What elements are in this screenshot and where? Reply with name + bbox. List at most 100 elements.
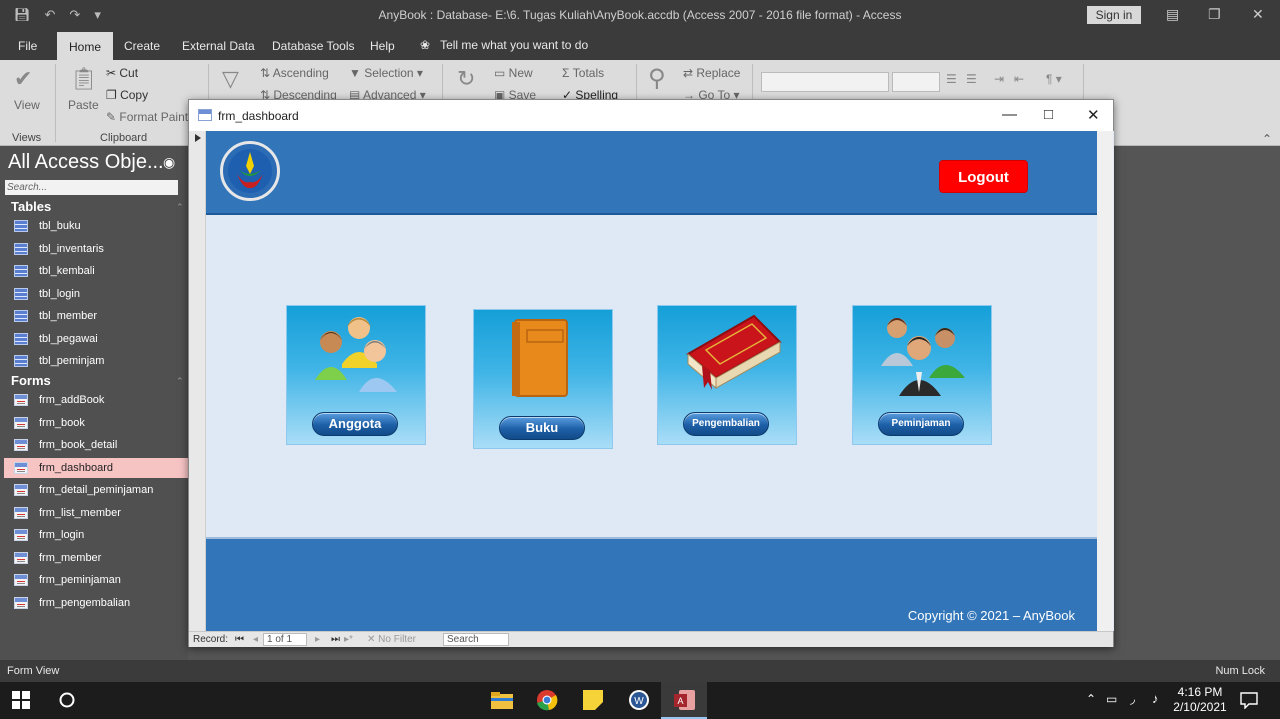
- next-record-icon[interactable]: ▸: [315, 634, 320, 645]
- nav-item-tbl-kembali[interactable]: tbl_kembali: [4, 261, 188, 281]
- battery-icon[interactable]: ▭: [1106, 692, 1117, 706]
- format-painter-button[interactable]: ✎ Format Paint: [106, 110, 188, 124]
- sign-in-button[interactable]: Sign in: [1087, 6, 1141, 24]
- form-close-icon[interactable]: ✕: [1087, 106, 1100, 124]
- maximize-icon[interactable]: □: [1044, 106, 1053, 123]
- group-clipboard-label: Clipboard: [100, 132, 148, 144]
- refresh-icon[interactable]: ↻: [457, 66, 475, 92]
- copy-button[interactable]: ❐ Copy: [106, 88, 148, 102]
- table-icon: [14, 355, 28, 367]
- forms-section-label[interactable]: Forms: [11, 373, 51, 388]
- form-icon: [14, 394, 28, 406]
- tab-file[interactable]: File: [18, 39, 37, 53]
- nav-item-frm-list-member[interactable]: frm_list_member: [4, 503, 188, 523]
- view-button[interactable]: View: [14, 98, 40, 112]
- tab-home[interactable]: Home: [57, 32, 114, 60]
- collapse-forms-icon[interactable]: ⌃: [176, 376, 184, 387]
- anggota-label: Anggota: [312, 412, 398, 436]
- view-mode-status: Form View: [7, 665, 60, 677]
- selection-filter-icon: ▼: [349, 66, 365, 80]
- group-views-label: Views: [12, 132, 42, 144]
- nav-item-frm-addbook[interactable]: frm_addBook: [4, 390, 188, 410]
- buku-tile[interactable]: Buku: [473, 309, 613, 449]
- anggota-tile[interactable]: Anggota: [286, 305, 426, 445]
- paste-icon[interactable]: 📋︎: [70, 66, 98, 92]
- new-record-icon[interactable]: ▸*: [344, 634, 353, 645]
- buku-label: Buku: [499, 416, 585, 440]
- no-filter-button[interactable]: ✕ No Filter: [367, 634, 416, 645]
- tab-database-tools[interactable]: Database Tools: [272, 39, 355, 53]
- filter-icon[interactable]: ▽: [222, 66, 239, 92]
- clock[interactable]: 4:16 PM 2/10/2021: [1172, 685, 1228, 715]
- text-direction-icon[interactable]: ¶ ▾: [1046, 72, 1062, 86]
- peminjaman-tile[interactable]: Peminjaman: [852, 305, 992, 445]
- pengembalian-tile[interactable]: Pengembalian: [657, 305, 797, 445]
- font-size-combo[interactable]: [892, 72, 940, 92]
- nav-item-frm-peminjaman[interactable]: frm_peminjaman: [4, 570, 188, 590]
- paste-button[interactable]: Paste: [68, 98, 99, 112]
- cut-button[interactable]: ✂ Cut: [106, 66, 138, 80]
- logout-button[interactable]: Logout: [939, 160, 1028, 193]
- nav-menu-icon[interactable]: ◉: [163, 154, 175, 171]
- ascending-button[interactable]: ⇅ Ascending: [260, 66, 329, 80]
- nav-item-tbl-login[interactable]: tbl_login: [4, 284, 188, 304]
- bullets-icon[interactable]: ☰: [946, 72, 957, 86]
- nav-search-input[interactable]: Search...: [5, 180, 178, 195]
- nav-item-frm-member[interactable]: frm_member: [4, 548, 188, 568]
- nav-item-frm-book-detail[interactable]: frm_book_detail: [4, 435, 188, 455]
- nav-item-frm-detail-peminjaman[interactable]: frm_detail_peminjaman: [4, 480, 188, 500]
- replace-button[interactable]: ⇄ Replace: [683, 66, 740, 80]
- tab-help[interactable]: Help: [370, 39, 395, 53]
- nav-item-tbl-member[interactable]: tbl_member: [4, 306, 188, 326]
- outdent-icon[interactable]: ⇤: [1014, 72, 1024, 86]
- chrome-icon[interactable]: [535, 689, 559, 711]
- ribbon-display-icon[interactable]: ▤: [1166, 6, 1179, 23]
- wifi-icon[interactable]: ◞: [1130, 691, 1135, 707]
- word-app-icon[interactable]: W: [627, 689, 651, 711]
- collapse-tables-icon[interactable]: ⌃: [176, 202, 184, 213]
- new-record-button[interactable]: ▭ New: [494, 66, 533, 80]
- nav-item-frm-login[interactable]: frm_login: [4, 525, 188, 545]
- indent-icon[interactable]: ⇥: [994, 72, 1004, 86]
- cortana-icon[interactable]: [58, 691, 76, 709]
- tab-create[interactable]: Create: [124, 39, 160, 53]
- record-selector[interactable]: [189, 131, 206, 631]
- totals-button[interactable]: Σ Totals: [562, 66, 604, 80]
- selection-button[interactable]: ▼ Selection ▾: [349, 66, 423, 80]
- nav-item-frm-book[interactable]: frm_book: [4, 413, 188, 433]
- volume-icon[interactable]: ♪: [1152, 691, 1159, 706]
- table-icon: [14, 288, 28, 300]
- restore-icon[interactable]: ❐: [1208, 6, 1221, 23]
- previous-record-icon[interactable]: ◂: [253, 634, 258, 645]
- font-name-combo[interactable]: [761, 72, 889, 92]
- nav-pane-title[interactable]: All Access Obje...: [8, 151, 164, 174]
- current-record-input[interactable]: 1 of 1: [263, 633, 307, 646]
- windows-start-icon[interactable]: [12, 691, 30, 709]
- view-icon[interactable]: ✔: [14, 66, 32, 92]
- vertical-scrollbar[interactable]: [1097, 131, 1113, 631]
- show-hidden-icons[interactable]: ⌃: [1086, 692, 1096, 706]
- minimize-icon[interactable]: —: [1002, 106, 1017, 123]
- collapse-ribbon-icon[interactable]: ⌃: [1262, 132, 1272, 146]
- file-explorer-icon[interactable]: [490, 689, 514, 711]
- nav-item-tbl-buku[interactable]: tbl_buku: [4, 216, 188, 236]
- nav-item-tbl-inventaris[interactable]: tbl_inventaris: [4, 239, 188, 259]
- numbering-icon[interactable]: ☰: [966, 72, 977, 86]
- nav-item-tbl-pegawai[interactable]: tbl_pegawai: [4, 329, 188, 349]
- tell-me-box[interactable]: ❀ Tell me what you want to do: [420, 38, 588, 52]
- book-icon: [512, 319, 568, 397]
- record-search-input[interactable]: Search: [443, 633, 509, 646]
- sort-ascending-icon: ⇅: [260, 66, 273, 80]
- close-icon[interactable]: ✕: [1252, 6, 1264, 23]
- nav-item-frm-dashboard[interactable]: frm_dashboard: [4, 458, 188, 478]
- find-icon[interactable]: ⚲: [648, 64, 666, 93]
- tab-external-data[interactable]: External Data: [182, 39, 255, 53]
- first-record-icon[interactable]: ⏮: [235, 634, 244, 645]
- tables-section-label[interactable]: Tables: [11, 199, 51, 214]
- nav-item-frm-pengembalian[interactable]: frm_pengembalian: [4, 593, 188, 613]
- access-taskbar-button[interactable]: A: [661, 682, 707, 719]
- notifications-icon[interactable]: [1240, 692, 1258, 709]
- sticky-notes-icon[interactable]: [581, 689, 605, 711]
- last-record-icon[interactable]: ⏭: [331, 634, 340, 645]
- nav-item-tbl-peminjam[interactable]: tbl_peminjam: [4, 351, 188, 371]
